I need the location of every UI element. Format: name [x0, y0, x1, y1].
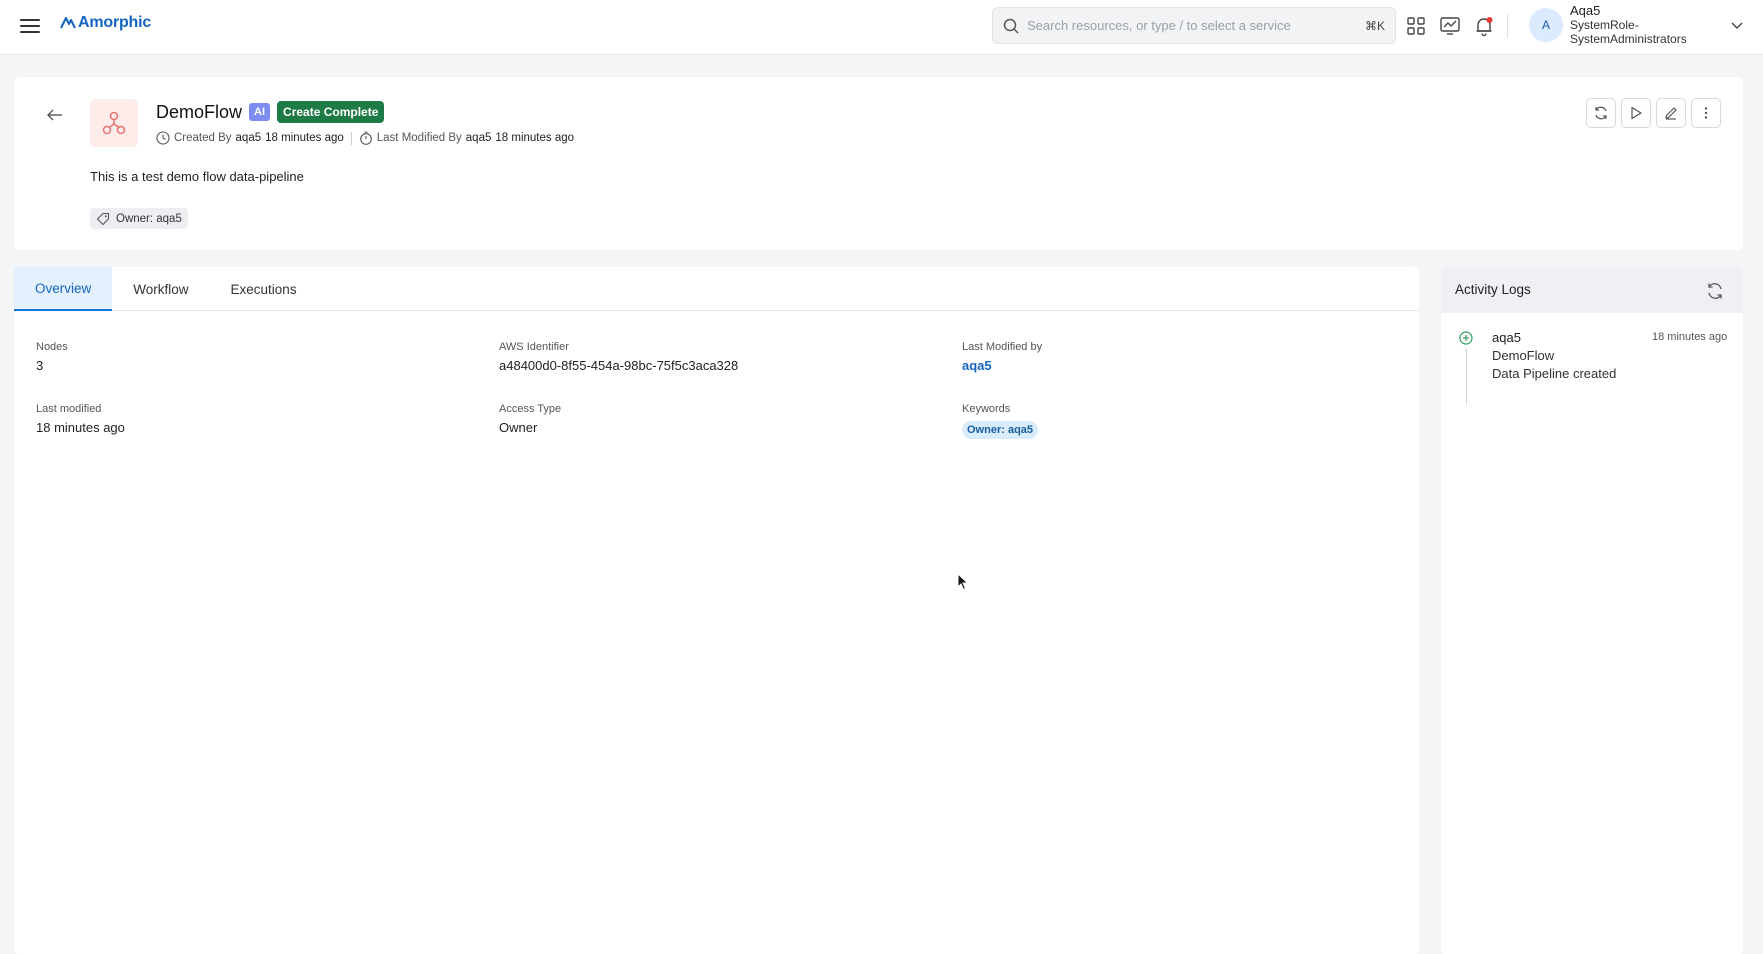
access-type-field: Access Type Owner [499, 403, 561, 435]
search-shortcut: ⌘K [1364, 18, 1385, 33]
modified-by-user: aqa5 [465, 132, 492, 144]
amorphic-logo-icon [60, 17, 76, 29]
last-modified-by-field: Last Modified by aqa5 [962, 341, 1042, 373]
log-entry-user: aqa5 [1492, 330, 1521, 345]
last-modified-value: 18 minutes ago [36, 420, 125, 435]
monitor-chart-icon[interactable] [1439, 15, 1461, 37]
app-logo[interactable]: Amorphic [60, 14, 151, 32]
aws-identifier-label: AWS Identifier [499, 341, 569, 353]
pencil-icon [1665, 107, 1677, 120]
meta-divider [350, 131, 352, 145]
topbar-divider [1507, 14, 1508, 38]
created-by-label: Created By [174, 132, 232, 144]
access-type-value: Owner [499, 420, 538, 435]
search-input[interactable] [1027, 18, 1365, 33]
user-role-line1: SystemRole- [1570, 18, 1639, 32]
modified-by-label: Last Modified By [376, 132, 462, 144]
keywords-field: Keywords Owner: aqa5 [962, 403, 1039, 439]
mouse-cursor-icon [957, 573, 969, 591]
keywords-label: Keywords [962, 403, 1011, 415]
aws-identifier-value: a48400d0-8f55-454a-98bc-75f5c3aca328 [499, 358, 739, 373]
global-search[interactable]: ⌘K [992, 7, 1396, 44]
log-entry-action: Data Pipeline created [1492, 366, 1617, 381]
last-modified-field: Last modified 18 minutes ago [36, 403, 125, 435]
tab-bar: Overview Workflow Executions [14, 267, 1419, 311]
access-type-label: Access Type [499, 403, 562, 415]
aws-identifier-field: AWS Identifier a48400d0-8f55-454a-98bc-7… [499, 341, 738, 373]
tag-icon [96, 212, 110, 225]
last-modified-label: Last modified [36, 403, 102, 415]
apps-grid-icon[interactable] [1405, 15, 1427, 37]
ai-badge: AI [249, 103, 271, 121]
refresh-icon[interactable] [1705, 281, 1725, 301]
user-info[interactable]: Aqa5 SystemRole- SystemAdministrators [1570, 3, 1687, 47]
edit-button[interactable] [1656, 98, 1686, 128]
notification-bell-icon[interactable] [1473, 15, 1495, 37]
avatar[interactable]: A [1529, 8, 1563, 42]
activity-logs-title: Activity Logs [1455, 282, 1531, 297]
owner-tag-label: Owner: aqa5 [116, 212, 182, 225]
resource-description: This is a test demo flow data-pipeline [90, 169, 304, 184]
keyword-chip: Owner: aqa5 [962, 421, 1039, 439]
status-badge: Create Complete [277, 101, 385, 123]
chevron-down-icon[interactable] [1730, 18, 1744, 32]
user-name: Aqa5 [1570, 3, 1601, 18]
modified-time: 18 minutes ago [495, 132, 575, 144]
created-time: 18 minutes ago [265, 132, 344, 144]
nodes-label: Nodes [36, 341, 68, 353]
clock-icon [156, 131, 170, 145]
title-row: DemoFlow AI Create Complete [156, 101, 385, 123]
nodes-value: 3 [36, 358, 44, 373]
more-vertical-icon [1704, 107, 1708, 119]
timeline-line [1466, 348, 1467, 404]
play-icon [1631, 106, 1642, 120]
data-pipeline-icon [90, 99, 138, 147]
resource-meta: Created By aqa5 18 minutes ago Last Modi… [156, 131, 574, 145]
owner-tag: Owner: aqa5 [90, 208, 188, 229]
run-button[interactable] [1621, 98, 1651, 128]
refresh-icon [1595, 106, 1607, 120]
menu-icon[interactable] [20, 16, 40, 34]
nodes-field: Nodes 3 [36, 341, 68, 373]
top-bar [0, 0, 1763, 55]
plus-circle-icon [1459, 331, 1473, 345]
logo-text: Amorphic [78, 14, 152, 31]
log-entry-time: 18 minutes ago [1652, 331, 1728, 343]
tab-overview[interactable]: Overview [14, 267, 113, 311]
user-role-line2: SystemAdministrators [1570, 32, 1687, 46]
tab-executions[interactable]: Executions [210, 267, 318, 311]
last-modified-by-label: Last Modified by [962, 341, 1043, 353]
tab-workflow[interactable]: Workflow [112, 267, 209, 311]
more-options-button[interactable] [1691, 98, 1721, 128]
timer-icon [359, 131, 372, 145]
last-modified-by-link[interactable]: aqa5 [962, 358, 1042, 373]
page-title: DemoFlow [156, 101, 243, 122]
created-by-user: aqa5 [235, 132, 262, 144]
refresh-button[interactable] [1586, 98, 1616, 128]
search-icon [1003, 18, 1019, 34]
back-arrow-icon[interactable] [44, 104, 66, 126]
log-entry-resource: DemoFlow [1492, 348, 1555, 363]
